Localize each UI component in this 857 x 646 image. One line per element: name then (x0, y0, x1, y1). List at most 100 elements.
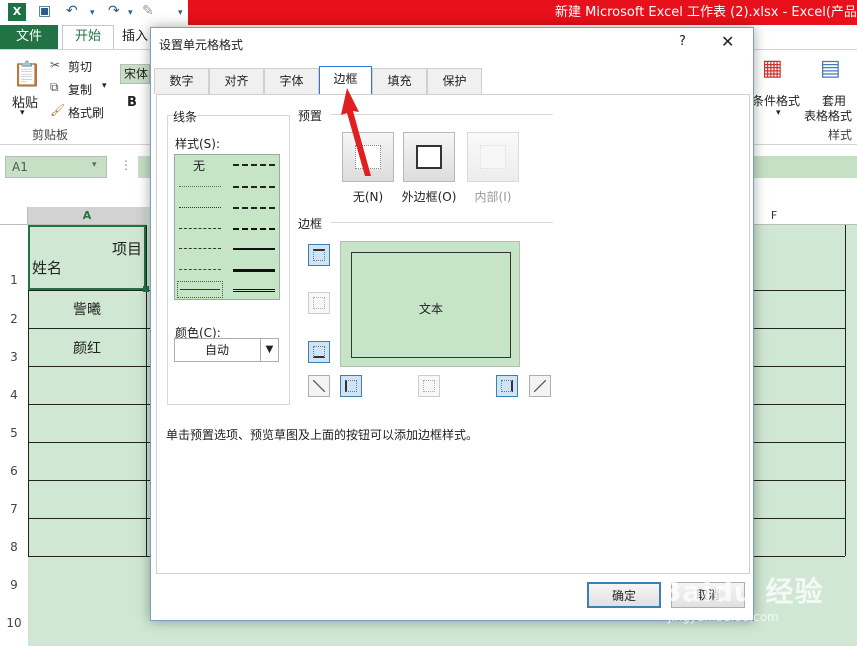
row-header-4[interactable]: 4 (0, 366, 28, 404)
line-style-dash-dot[interactable] (179, 248, 221, 249)
preset-inside-button[interactable] (467, 132, 519, 182)
paste-button[interactable]: 粘贴 (12, 92, 38, 111)
tab-alignment[interactable]: 对齐 (209, 68, 264, 94)
redo-icon[interactable]: ↷ (108, 3, 120, 19)
border-inside-horizontal-button[interactable] (308, 292, 330, 314)
tab-insert[interactable]: 插入 (122, 25, 152, 49)
cell-border (754, 328, 845, 329)
undo-dropdown-icon[interactable]: ▾ (90, 8, 95, 18)
copy-button[interactable]: 复制 (68, 81, 92, 98)
line-style-medium-dashed[interactable] (233, 228, 275, 230)
border-right-button[interactable] (496, 375, 518, 397)
customize-qat-icon[interactable]: ▾ (178, 8, 183, 18)
line-style-thick[interactable] (233, 269, 275, 272)
line-style-medium-dash-dot[interactable] (233, 207, 275, 209)
border-inside-vertical-button[interactable] (418, 375, 440, 397)
copy-dropdown-icon[interactable]: ▾ (102, 81, 107, 91)
cell-a3[interactable]: 颜红 (73, 338, 101, 358)
cell-border (754, 442, 845, 443)
copy-icon: ⧉ (50, 80, 59, 94)
close-icon[interactable]: ✕ (721, 32, 734, 51)
name-box-dropdown-icon[interactable]: ▾ (92, 160, 97, 170)
cell-border (754, 518, 845, 519)
cell-border (28, 442, 150, 443)
tab-file[interactable]: 文件 (0, 25, 58, 49)
row-header-8[interactable]: 8 (0, 518, 28, 556)
select-all-corner[interactable] (0, 207, 28, 225)
column-header-a[interactable]: A (28, 207, 146, 225)
border-left-button[interactable] (340, 375, 362, 397)
row-header-10[interactable]: 10 (0, 594, 28, 646)
line-style-medium-dash-dot-dot[interactable] (233, 164, 275, 166)
border-preview[interactable]: 文本 (340, 241, 520, 367)
row-header-6[interactable]: 6 (0, 442, 28, 480)
format-cells-dialog: 设置单元格格式 ? ✕ 数字 对齐 字体 边框 填充 保护 线条 样式(S): … (150, 27, 754, 621)
tab-font[interactable]: 字体 (264, 68, 319, 94)
cell-border (28, 366, 150, 367)
paste-icon[interactable]: 📋 (12, 60, 42, 88)
row-header-7[interactable]: 7 (0, 480, 28, 518)
border-bottom-icon (313, 346, 325, 358)
line-style-dash-dot-dot[interactable] (179, 228, 221, 229)
cell-border (845, 225, 846, 556)
fill-handle[interactable] (143, 286, 149, 292)
table-format-button-line2[interactable]: 表格格式 (804, 107, 852, 124)
window-title: 新建 Microsoft Excel 工作表 (2).xlsx - Excel(… (188, 0, 857, 25)
cell-border (28, 556, 150, 557)
help-button[interactable]: ? (679, 34, 686, 49)
row-header-5[interactable]: 5 (0, 404, 28, 442)
line-style-selected-thin[interactable] (177, 281, 223, 298)
formula-bar-separator: ⋮ (120, 158, 132, 172)
cell-a2[interactable]: 訾曦 (73, 299, 101, 319)
ok-button[interactable]: 确定 (587, 582, 661, 608)
tab-home[interactable]: 开始 (62, 25, 114, 49)
cell-border (28, 518, 150, 519)
border-left-icon (345, 380, 357, 392)
column-header-g[interactable] (794, 207, 857, 225)
font-name-select[interactable]: 宋体 (120, 64, 150, 84)
border-bottom-button[interactable] (308, 341, 330, 363)
dialog-title: 设置单元格格式 (159, 38, 244, 52)
tab-protection[interactable]: 保护 (427, 68, 482, 94)
cut-button[interactable]: 剪切 (68, 58, 92, 75)
border-top-button[interactable] (308, 244, 330, 266)
line-style-none[interactable]: 无 (193, 157, 205, 174)
line-style-slant-dash-dot[interactable] (233, 186, 275, 188)
presets-label: 预置 (298, 107, 323, 124)
conditional-format-button[interactable]: 条件格式 (752, 92, 800, 109)
border-right-icon (501, 380, 513, 392)
bold-button[interactable]: B (127, 95, 137, 110)
border-hint-text: 单击预置选项、预览草图及上面的按钮可以添加边框样式。 (166, 428, 479, 442)
conditional-format-dropdown-icon[interactable]: ▾ (776, 108, 781, 118)
border-diagonal-down-button[interactable] (529, 375, 551, 397)
line-style-hair[interactable] (179, 186, 221, 187)
chevron-down-icon[interactable]: ▼ (260, 339, 278, 361)
line-style-medium[interactable] (233, 248, 275, 250)
redo-dropdown-icon[interactable]: ▾ (128, 8, 133, 18)
row-header-2[interactable]: 2 (0, 290, 28, 328)
border-diagonal-up-button[interactable] (308, 375, 330, 397)
row-header-3[interactable]: 3 (0, 328, 28, 366)
format-painter-icon: 🖌 (50, 103, 66, 117)
line-style-dashed[interactable] (179, 269, 221, 270)
tab-fill[interactable]: 填充 (372, 68, 427, 94)
undo-icon[interactable]: ↶ (66, 3, 78, 19)
save-icon[interactable]: ▣ (38, 3, 51, 19)
line-group-label: 线条 (173, 108, 198, 125)
line-style-dotted[interactable] (179, 207, 221, 208)
preset-inside-icon (480, 145, 506, 169)
format-painter-button[interactable]: 格式刷 (68, 104, 104, 121)
line-color-select[interactable]: 自动 ▼ (174, 338, 279, 362)
line-color-value: 自动 (205, 343, 230, 357)
conditional-format-icon: ▦ (762, 56, 783, 81)
column-header-f[interactable]: F (754, 207, 794, 225)
line-style-double[interactable] (233, 289, 275, 292)
cell-border (28, 328, 150, 329)
spelling-icon[interactable]: ✎ (142, 3, 154, 19)
line-style-list[interactable]: 无 (174, 154, 280, 300)
tab-number[interactable]: 数字 (154, 68, 209, 94)
paste-dropdown-icon[interactable]: ▾ (20, 108, 25, 118)
preset-outline-button[interactable] (403, 132, 455, 182)
row-header-1[interactable]: 1 (0, 225, 28, 290)
row-header-9[interactable]: 9 (0, 556, 28, 594)
